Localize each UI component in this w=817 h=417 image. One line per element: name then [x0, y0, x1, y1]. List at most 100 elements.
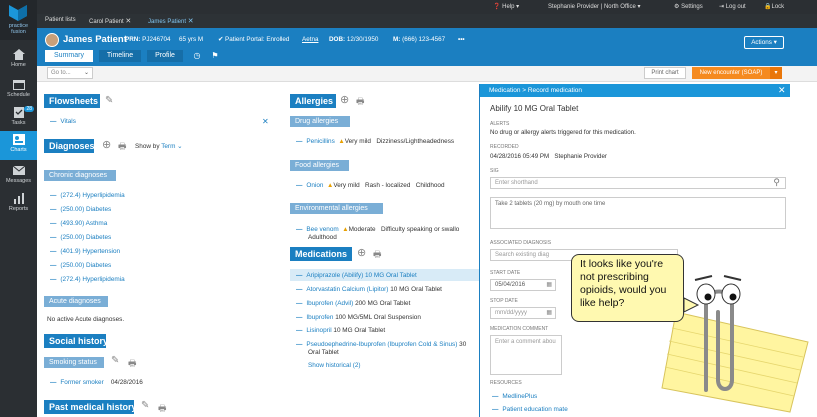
list-item[interactable]: — (401.9) Hypertension [50, 248, 120, 256]
medication-link[interactable]: Ibuprofen [306, 314, 333, 321]
list-item[interactable]: — Vitals [50, 118, 76, 126]
sidebar-item-tasks[interactable]: 28 Tasks [0, 104, 37, 132]
calendar-icon[interactable]: ▦ [546, 308, 552, 318]
sig-textarea[interactable]: Take 2 tablets (20 mg) by mouth one time [490, 197, 786, 229]
diagnosis-link[interactable]: (493.90) Asthma [60, 220, 107, 227]
actions-button[interactable]: Actions ▾ [744, 36, 784, 49]
user-menu[interactable]: Stephanie Provider | North Office ▾ [548, 3, 641, 10]
goto-select[interactable]: Go to... ⌄ [47, 67, 93, 79]
add-icon[interactable]: ⊕ [102, 138, 111, 151]
table-row[interactable]: — Ibuprofen (Advil) 200 MG Oral Tablet [296, 300, 410, 308]
tab-carol-patient[interactable]: Carol Patient ✕ [89, 17, 131, 25]
allergy-onset: Adulthood [308, 234, 337, 241]
medication-link[interactable]: Aripiprazole (Abilify) [306, 272, 363, 279]
allergy-link[interactable]: Onion [306, 182, 323, 189]
smoking-status-link[interactable]: Former smoker [60, 379, 103, 386]
history-icon[interactable]: ◷ [191, 50, 203, 62]
show-by-control[interactable]: Show by Term ⌄ [135, 143, 183, 151]
new-encounter-button[interactable]: New encounter (SOAP) [692, 67, 770, 79]
close-icon[interactable]: ✕ [188, 18, 194, 25]
tab-summary[interactable]: Summary [45, 50, 93, 62]
print-icon[interactable]: 🖶 [158, 401, 167, 417]
close-icon[interactable]: ✕ [262, 117, 269, 126]
start-date-input[interactable]: 05/04/2016 ▦ [490, 279, 556, 291]
medication-link[interactable]: Pseudoephedrine-Ibuprofen (Ibuprofen Col… [306, 341, 457, 348]
sidebar-item-home[interactable]: Home [0, 46, 37, 74]
logo-icon [9, 5, 27, 21]
print-icon[interactable]: 🖶 [128, 356, 137, 372]
more-options-icon[interactable]: ••• [458, 36, 465, 43]
logout-link[interactable]: ⇥ Log out [719, 3, 746, 10]
sidebar-item-messages[interactable]: Messages [0, 162, 37, 190]
diagnosis-link[interactable]: (250.00) Diabetes [60, 262, 111, 269]
table-row[interactable]: — Pseudoephedrine-Ibuprofen (Ibuprofen Co… [296, 341, 466, 349]
chevron-down-icon: ⌄ [177, 143, 183, 150]
show-by-term[interactable]: Term [161, 143, 175, 150]
diagnosis-link[interactable]: (250.00) Diabetes [60, 206, 111, 213]
tab-james-patient[interactable]: James Patient ✕ [148, 17, 194, 25]
list-item[interactable]: — (272.4) Hyperlipidemia [50, 276, 125, 284]
tab-timeline[interactable]: Timeline [99, 50, 141, 62]
tab-profile[interactable]: Profile [147, 50, 183, 62]
new-encounter-dropdown[interactable]: ▾ [770, 67, 782, 79]
edit-icon[interactable]: ✎ [141, 400, 149, 411]
sidebar-item-schedule[interactable]: Schedule [0, 76, 37, 104]
vitals-link[interactable]: Vitals [60, 118, 76, 125]
sig-shorthand-input[interactable]: Enter shorthand ⚲ [490, 177, 786, 189]
settings-link[interactable]: ⚙ Settings [674, 3, 703, 10]
list-item[interactable]: — (250.00) Diabetes [50, 206, 111, 214]
flag-icon[interactable]: ⚑ [209, 50, 221, 62]
diagnosis-link[interactable]: (250.00) Diabetes [60, 234, 111, 241]
allergy-link[interactable]: Penicillins [306, 138, 334, 145]
list-item[interactable]: — Penicillins ▲Very mild Dizziness/Lighth… [296, 138, 454, 146]
calendar-icon[interactable]: ▦ [546, 280, 552, 290]
medication-link[interactable]: Ibuprofen (Advil) [306, 300, 353, 307]
list-item[interactable]: — MedlinePlus [492, 393, 537, 401]
lock-link[interactable]: 🔒Lock [764, 3, 784, 10]
list-item[interactable]: — Onion ▲Very mild Rash - localized Child… [296, 182, 445, 190]
print-icon[interactable]: 🖶 [356, 94, 365, 110]
list-item[interactable]: — (493.90) Asthma [50, 220, 107, 228]
list-item[interactable]: — Patient education mate [492, 406, 568, 414]
list-item[interactable]: — (250.00) Diabetes [50, 262, 111, 270]
print-icon[interactable]: 🖶 [118, 139, 127, 155]
resources-label: RESOURCES [490, 380, 522, 386]
list-item[interactable]: — Bee venom ▲Moderate Difficulty speaking… [296, 226, 459, 234]
show-historical-link[interactable]: Show historical (2) [308, 362, 361, 370]
diagnosis-link[interactable]: (272.4) Hyperlipidemia [60, 276, 124, 283]
edit-icon[interactable]: ✎ [111, 355, 119, 366]
table-row[interactable]: — Ibuprofen 100 MG/5ML Oral Suspension [296, 314, 421, 322]
list-item[interactable]: — Former smoker 04/28/2016 [50, 379, 143, 387]
add-icon[interactable]: ⊕ [340, 93, 349, 106]
print-chart-button[interactable]: Print chart [644, 67, 686, 79]
add-icon[interactable]: ⊕ [357, 246, 366, 259]
diagnosis-link[interactable]: (272.4) Hyperlipidemia [60, 192, 124, 199]
diagnosis-link[interactable]: (401.9) Hypertension [60, 248, 120, 255]
sidebar-item-label: Home [11, 62, 26, 68]
table-row[interactable]: — Atorvastatin Calcium (Lipitor) 10 MG Or… [296, 286, 442, 294]
clippy-speech-bubble[interactable]: It looks like you're not prescribing opi… [571, 254, 684, 322]
stop-date-input[interactable]: mm/dd/yyyy ▦ [490, 307, 556, 319]
portal-status[interactable]: ✔ Patient Portal: Enrolled [218, 36, 289, 43]
sidebar-item-reports[interactable]: Reports [0, 190, 37, 218]
medication-link[interactable]: Atorvastatin Calcium (Lipitor) [306, 286, 388, 293]
allergy-link[interactable]: Bee venom [306, 226, 338, 233]
edit-icon[interactable]: ✎ [105, 95, 113, 106]
list-item[interactable]: — (272.4) Hyperlipidemia [50, 192, 125, 200]
tab-patient-lists[interactable]: Patient lists [45, 17, 76, 23]
table-row[interactable]: — Lisinopril 10 MG Oral Tablet [296, 327, 385, 335]
medication-link[interactable]: Lisinopril [306, 327, 331, 334]
list-item[interactable]: — (250.00) Diabetes [50, 234, 111, 242]
medication-comment-textarea[interactable]: Enter a comment abou [490, 335, 562, 375]
close-icon[interactable]: ✕ [125, 18, 131, 25]
practice-fusion-logo[interactable]: practice fusion [0, 0, 37, 40]
table-row[interactable]: — Aripiprazole (Abilify) 10 MG Oral Table… [296, 272, 417, 280]
sidebar-item-charts[interactable]: Charts [0, 131, 37, 160]
print-icon[interactable]: 🖶 [373, 247, 382, 263]
insurance-link[interactable]: Aetna [302, 36, 318, 43]
help-menu[interactable]: ❓ Help ▾ [493, 3, 519, 10]
medlineplus-link[interactable]: MedlinePlus [502, 393, 537, 400]
stop-date-placeholder: mm/dd/yyyy [495, 310, 528, 316]
patient-education-link[interactable]: Patient education mate [502, 406, 567, 413]
close-icon[interactable]: ✕ [778, 85, 786, 96]
